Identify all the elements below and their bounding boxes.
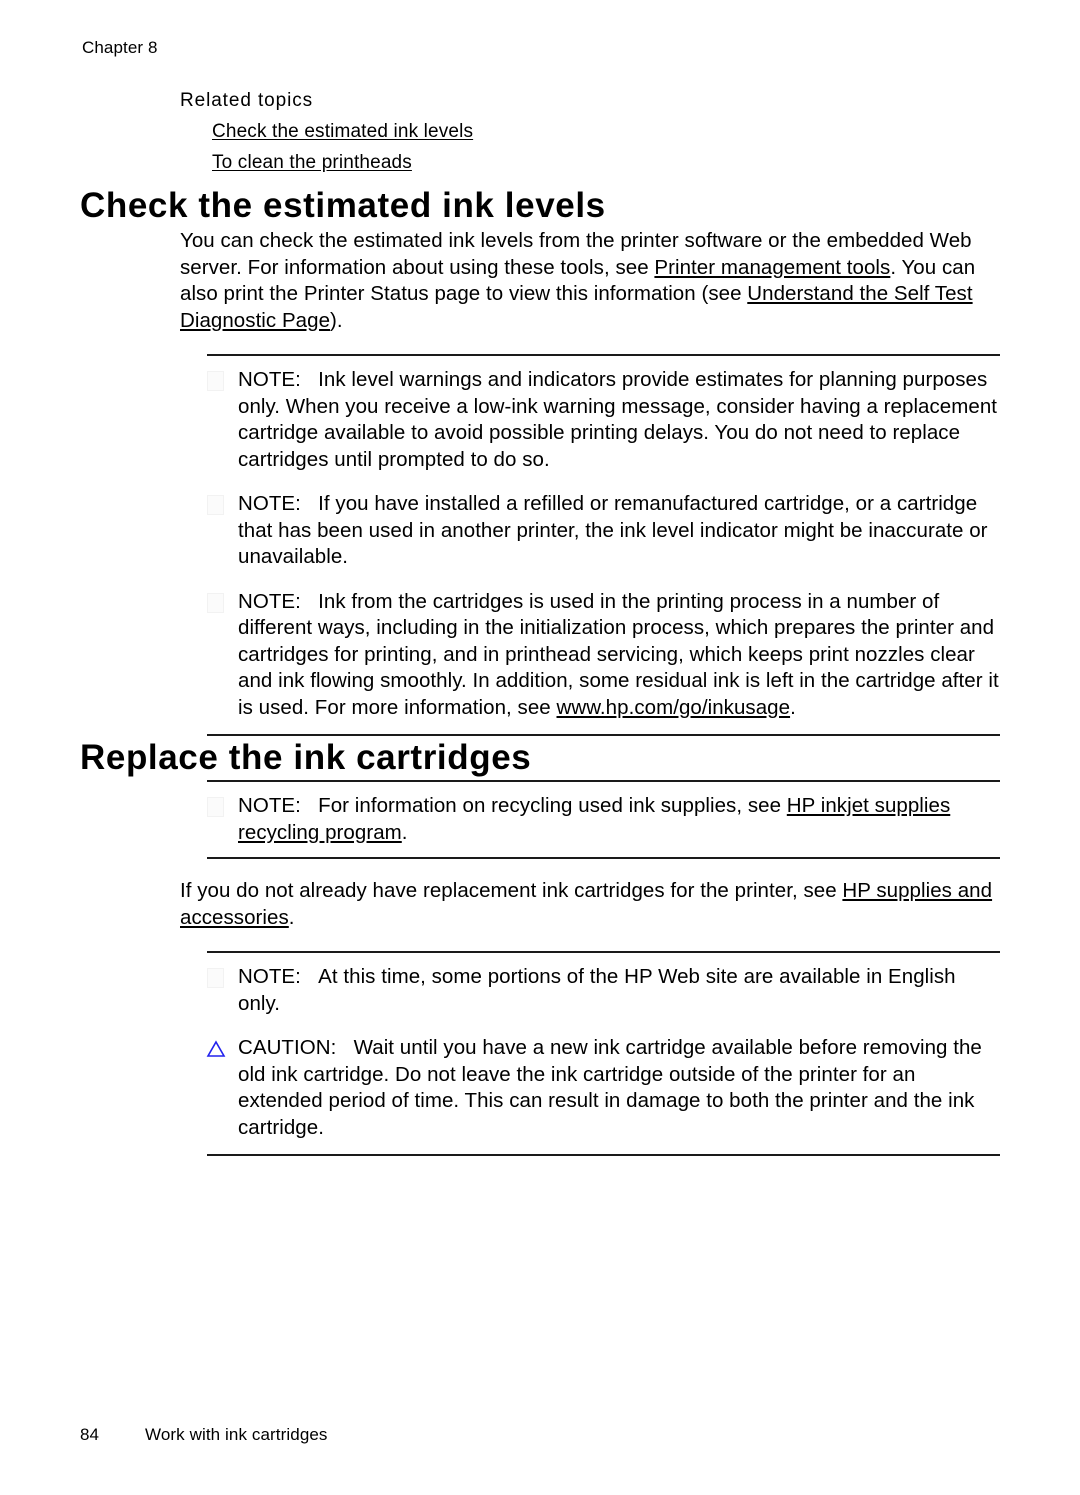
document-page: Chapter 8 Related topics Check the estim… [0, 0, 1080, 1495]
note-text: If you have installed a refilled or rema… [238, 492, 988, 568]
paragraph-text-part-2: . [288, 905, 295, 929]
intro-text-part-3: ). [330, 308, 343, 332]
note-label: NOTE: [238, 965, 301, 988]
replace-warnings-group: NOTE: At this time, some portions of the… [206, 951, 1000, 1156]
note-english-only: NOTE: At this time, some portions of the… [207, 964, 1000, 1017]
note-text-tail: . [790, 695, 796, 719]
note-label: NOTE: [238, 368, 301, 391]
note-label: NOTE: [238, 794, 301, 817]
page-content: Related topics Check the estimated ink l… [80, 86, 1000, 1156]
note-icon [207, 968, 224, 988]
page-footer: 84 Work with ink cartridges [80, 1425, 328, 1445]
related-topics-title: Related topics [180, 90, 314, 111]
note-text: Ink level warnings and indicators provid… [238, 368, 998, 471]
note-refilled-cartridge: NOTE: If you have installed a refilled o… [207, 491, 1000, 571]
footer-page-number: 84 [80, 1425, 100, 1444]
replacement-cartridges-paragraph: If you do not already have replacement i… [180, 878, 1000, 931]
check-ink-notes-group: NOTE: Ink level warnings and indicators … [207, 354, 1000, 736]
caution-text: Wait until you have a new ink cartridge … [238, 1036, 982, 1139]
note-label: NOTE: [238, 492, 301, 515]
warning-triangle-icon [206, 1039, 226, 1057]
note-icon [207, 797, 224, 817]
related-topic-link-clean-printheads[interactable]: To clean the printheads [212, 147, 412, 178]
section-heading-check-ink-levels: Check the estimated ink levels [80, 186, 606, 225]
check-ink-intro-paragraph: You can check the estimated ink levels f… [180, 228, 1000, 334]
caution-replace-cartridge: CAUTION: Wait until you have a new ink c… [206, 1035, 1000, 1141]
related-topic-link-check-ink-levels[interactable]: Check the estimated ink levels [212, 116, 473, 147]
caution-label: CAUTION: [238, 1036, 337, 1059]
replace-note-recycling-group: NOTE: For information on recycling used … [207, 780, 1000, 859]
footer-section-title: Work with ink cartridges [145, 1425, 328, 1444]
paragraph-text-part-1: If you do not already have replacement i… [180, 879, 843, 902]
note-text: At this time, some portions of the HP We… [238, 965, 956, 1015]
note-text-tail: . [401, 820, 408, 844]
link-hp-inkusage[interactable]: www.hp.com/go/inkusage [557, 696, 791, 719]
related-topics-block: Related topics Check the estimated ink l… [180, 86, 1000, 178]
chapter-header: Chapter 8 [82, 38, 158, 57]
note-icon [207, 495, 224, 515]
note-ink-level-warnings: NOTE: Ink level warnings and indicators … [207, 367, 1000, 473]
link-printer-management-tools[interactable]: Printer management tools [654, 256, 890, 279]
related-topics-list: Check the estimated ink levels To clean … [212, 116, 1000, 178]
note-label: NOTE: [238, 589, 301, 613]
note-recycling-program: NOTE: For information on recycling used … [207, 793, 1000, 846]
note-ink-usage: NOTE: Ink from the cartridges is used in… [207, 589, 1000, 722]
note-text: For information on recycling used ink su… [318, 794, 787, 817]
note-icon [207, 592, 224, 613]
note-icon [207, 371, 224, 391]
section-heading-replace-ink-cartridges: Replace the ink cartridges [80, 738, 532, 777]
